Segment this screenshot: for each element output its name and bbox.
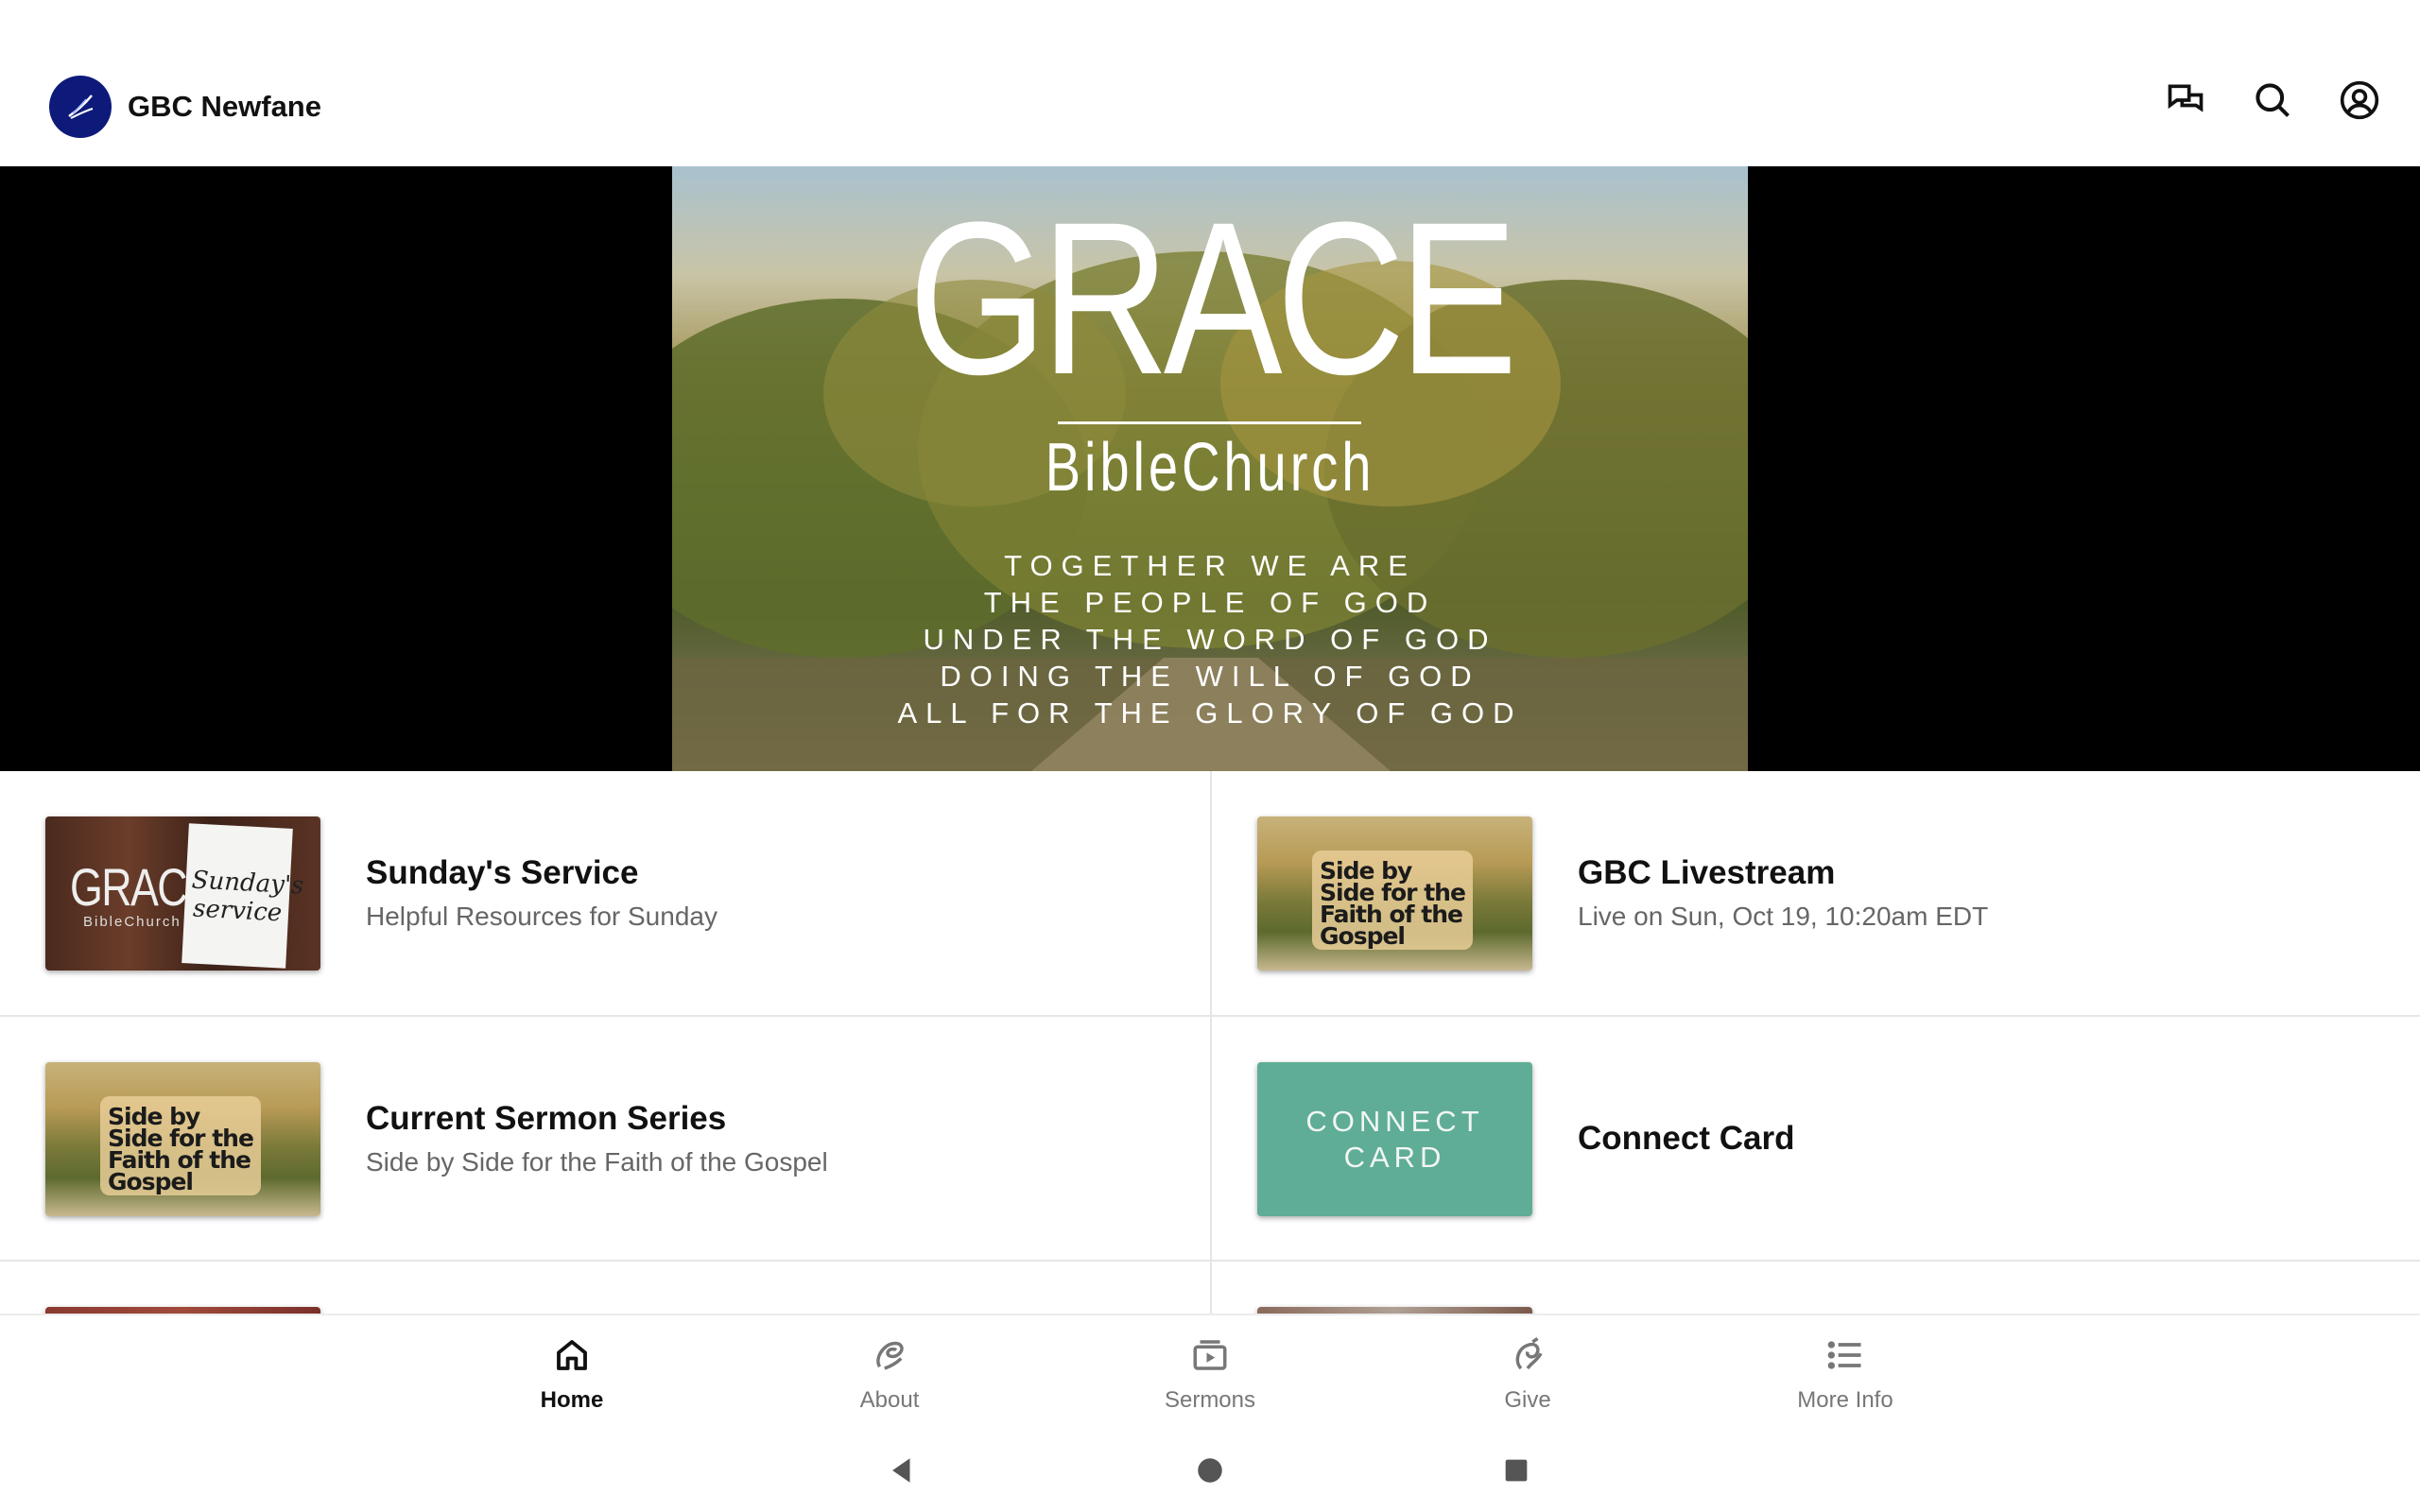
system-recents-button[interactable] — [1494, 1448, 1539, 1493]
note-paper: Sunday's service — [182, 823, 305, 969]
church-logo-icon — [49, 76, 112, 138]
motto-line: TOGETHER WE ARE — [1004, 549, 1416, 582]
recents-square-icon — [1505, 1459, 1528, 1482]
nav-more-info[interactable]: More Info — [1751, 1332, 1940, 1414]
bottom-navigation: Home About Sermons Give More Info — [0, 1314, 2420, 1429]
app-bar: GBC Newfane — [0, 0, 2420, 166]
motto-line: UNDER THE WORD OF GOD — [923, 623, 1497, 656]
item-current-sermon-series[interactable]: Side by Side for the Faith of the Gospel… — [0, 1017, 1210, 1261]
thumb-note: Sunday's service — [191, 866, 305, 928]
app-title: GBC Newfane — [128, 90, 321, 123]
hero-subtitle: BibleChurch — [1045, 430, 1375, 506]
series-badge: Side by Side for the Faith of the Gospel — [1312, 850, 1473, 950]
item-gbc-livestream[interactable]: Side by Side for the Faith of the Gospel… — [1212, 771, 2420, 1015]
sundays-service-thumbnail: GRACE BibleChurch Sunday's service — [45, 816, 320, 971]
sermon-series-thumbnail: Side by Side for the Faith of the Gospel — [45, 1062, 320, 1216]
back-triangle-icon — [892, 1458, 910, 1483]
item-title: Connect Card — [1578, 1120, 1795, 1157]
motto-line: DOING THE WILL OF GOD — [940, 660, 1480, 693]
item-title: Sunday's Service — [366, 854, 639, 891]
nav-give[interactable]: Give — [1433, 1332, 1622, 1414]
nav-home[interactable]: Home — [477, 1332, 666, 1414]
nav-label: More Info — [1797, 1387, 1893, 1413]
item-title: Current Sermon Series — [366, 1100, 727, 1137]
account-circle-icon — [2340, 80, 2379, 120]
messages-button[interactable] — [2163, 77, 2208, 123]
thumb-line1: CONNECT — [1305, 1104, 1484, 1138]
motto-line: ALL FOR THE GLORY OF GOD — [897, 696, 1523, 730]
account-button[interactable] — [2337, 77, 2382, 123]
connect-card-thumbnail: CONNECT CARD — [1257, 1062, 1532, 1216]
system-navigation — [0, 1429, 2420, 1512]
brand[interactable]: GBC Newfane — [49, 76, 321, 138]
hero-title: GRACE — [908, 177, 1517, 420]
hero-motto: TOGETHER WE ARE THE PEOPLE OF GOD UNDER … — [672, 547, 1748, 731]
badge-text: Side by Side for the Faith of the Gospel — [108, 1103, 254, 1195]
about-swirl-icon — [876, 1341, 904, 1370]
item-partial[interactable] — [0, 1262, 1210, 1314]
motto-line: THE PEOPLE OF GOD — [983, 586, 1437, 619]
partial-thumbnail — [45, 1307, 320, 1314]
item-connect-card[interactable]: CONNECT CARD Connect Card — [1212, 1017, 2420, 1261]
video-play-icon — [1193, 1340, 1227, 1370]
series-badge: Side by Side for the Faith of the Gospel — [100, 1096, 261, 1195]
hero-image[interactable]: GRACE BibleChurch TOGETHER WE ARE THE PE… — [672, 166, 1748, 771]
give-swirl-icon — [1515, 1337, 1543, 1370]
nav-sermons[interactable]: Sermons — [1115, 1332, 1305, 1414]
hero-divider — [1058, 421, 1361, 424]
nav-label: About — [859, 1387, 920, 1413]
livestream-thumbnail: Side by Side for the Faith of the Gospel — [1257, 816, 1532, 971]
item-partial[interactable] — [1212, 1262, 2420, 1314]
item-title: GBC Livestream — [1578, 854, 1836, 891]
hero-banner: GRACE BibleChurch TOGETHER WE ARE THE PE… — [0, 166, 2420, 771]
item-subtitle: Helpful Resources for Sunday — [366, 902, 717, 931]
item-subtitle: Live on Sun, Oct 19, 10:20am EDT — [1578, 902, 1989, 931]
search-icon — [2256, 83, 2290, 117]
nav-label: Sermons — [1164, 1387, 1256, 1413]
item-sundays-service[interactable]: GRACE BibleChurch Sunday's service Sunda… — [0, 771, 1210, 1015]
item-subtitle: Side by Side for the Faith of the Gospel — [366, 1147, 828, 1177]
nav-about[interactable]: About — [795, 1332, 984, 1414]
nav-label: Home — [540, 1387, 604, 1413]
search-button[interactable] — [2250, 77, 2295, 123]
partial-thumbnail — [1257, 1307, 1532, 1314]
thumb-sub: BibleChurch — [83, 914, 182, 930]
home-circle-icon — [1198, 1458, 1222, 1483]
list-icon — [1827, 1341, 1861, 1369]
system-back-button[interactable] — [879, 1448, 925, 1493]
system-home-button[interactable] — [1187, 1448, 1233, 1493]
nav-label: Give — [1504, 1387, 1551, 1413]
thumb-line2: CARD — [1343, 1140, 1446, 1174]
chat-bubbles-icon — [2168, 84, 2204, 112]
content-grid: GRACE BibleChurch Sunday's service Sunda… — [0, 771, 2420, 1314]
home-icon — [557, 1340, 587, 1370]
badge-text: Side by Side for the Faith of the Gospel — [1320, 857, 1466, 950]
